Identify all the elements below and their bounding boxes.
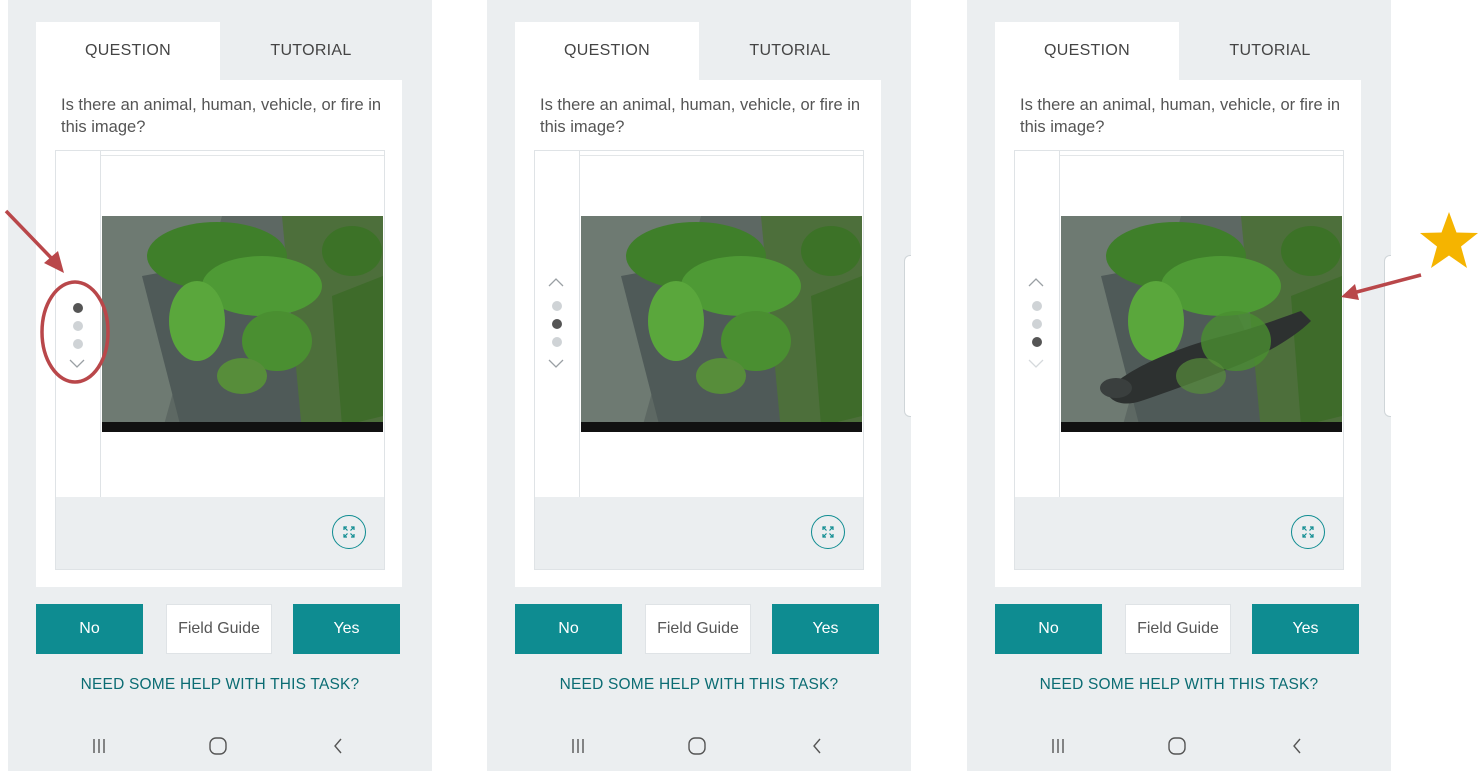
android-nav-bar (487, 720, 911, 771)
tab-bar: QUESTION TUTORIAL (995, 22, 1361, 80)
camera-trap-photo (581, 216, 862, 432)
question-text: Is there an animal, human, vehicle, or f… (1020, 96, 1341, 136)
tab-tutorial[interactable]: TUTORIAL (1179, 22, 1361, 80)
tab-bar: QUESTION TUTORIAL (515, 22, 881, 80)
back-icon[interactable] (805, 734, 829, 758)
android-nav-bar (8, 720, 432, 771)
viewer-top-border (1015, 151, 1343, 156)
frame-selector (535, 151, 580, 497)
help-link[interactable]: NEED SOME HELP WITH THIS TASK? (8, 676, 432, 694)
field-guide-button[interactable]: Field Guide (645, 604, 751, 654)
subject-viewer (1014, 150, 1344, 570)
tab-tutorial[interactable]: TUTORIAL (220, 22, 402, 80)
home-icon[interactable] (685, 734, 709, 758)
chevron-up-icon[interactable] (1028, 277, 1044, 291)
chevron-down-icon[interactable] (1028, 359, 1044, 373)
expand-icon[interactable] (1291, 515, 1325, 549)
home-icon[interactable] (206, 734, 230, 758)
help-link[interactable]: NEED SOME HELP WITH THIS TASK? (967, 676, 1391, 694)
frame-dot-1[interactable] (552, 301, 562, 311)
frame-dot-3[interactable] (1032, 337, 1042, 347)
frame-dot-1[interactable] (1032, 301, 1042, 311)
tab-question[interactable]: QUESTION (515, 22, 699, 80)
frame-dot-2[interactable] (1032, 319, 1042, 329)
no-button[interactable]: No (515, 604, 622, 654)
question-text: Is there an animal, human, vehicle, or f… (540, 96, 861, 136)
yes-button[interactable]: Yes (772, 604, 879, 654)
chevron-up-icon[interactable] (548, 277, 564, 291)
subject-viewer (534, 150, 864, 570)
red-annotation-arrow (4, 209, 64, 273)
home-icon[interactable] (1165, 734, 1189, 758)
viewer-top-border (56, 151, 384, 156)
yes-button[interactable]: Yes (293, 604, 400, 654)
yes-button[interactable]: Yes (1252, 604, 1359, 654)
no-button[interactable]: No (995, 604, 1102, 654)
tab-tutorial[interactable]: TUTORIAL (699, 22, 881, 80)
red-annotation-arrow (1341, 273, 1422, 300)
phone-screen-2: QUESTION TUTORIAL Is there an animal, hu… (487, 0, 911, 771)
back-icon[interactable] (326, 734, 350, 758)
question-text: Is there an animal, human, vehicle, or f… (61, 96, 382, 136)
android-nav-bar (967, 720, 1391, 771)
tab-question[interactable]: QUESTION (995, 22, 1179, 80)
red-annotation-circle (40, 280, 110, 384)
viewer-top-border (535, 151, 863, 156)
camera-trap-photo (102, 216, 383, 432)
expand-icon[interactable] (332, 515, 366, 549)
viewer-frame (1015, 151, 1343, 497)
task-card: QUESTION TUTORIAL Is there an animal, hu… (995, 22, 1361, 587)
field-guide-button[interactable]: Field Guide (1125, 604, 1231, 654)
field-guide-button[interactable]: Field Guide (166, 604, 272, 654)
frame-selector (1015, 151, 1060, 497)
tab-bar: QUESTION TUTORIAL (36, 22, 402, 80)
chevron-down-icon[interactable] (548, 359, 564, 373)
no-button[interactable]: No (36, 604, 143, 654)
side-panel-handle[interactable] (904, 255, 911, 417)
help-link[interactable]: NEED SOME HELP WITH THIS TASK? (487, 676, 911, 694)
recents-icon[interactable] (87, 734, 111, 758)
recents-icon[interactable] (1046, 734, 1070, 758)
viewer-frame (535, 151, 863, 497)
frame-dot-2[interactable] (552, 319, 562, 329)
recents-icon[interactable] (566, 734, 590, 758)
expand-icon[interactable] (811, 515, 845, 549)
phone-screen-3: QUESTION TUTORIAL Is there an animal, hu… (967, 0, 1391, 771)
back-icon[interactable] (1285, 734, 1309, 758)
tab-question[interactable]: QUESTION (36, 22, 220, 80)
task-card: QUESTION TUTORIAL Is there an animal, hu… (515, 22, 881, 587)
gold-star-icon (1420, 212, 1478, 268)
camera-trap-photo-with-animal (1061, 216, 1342, 432)
frame-dot-3[interactable] (552, 337, 562, 347)
